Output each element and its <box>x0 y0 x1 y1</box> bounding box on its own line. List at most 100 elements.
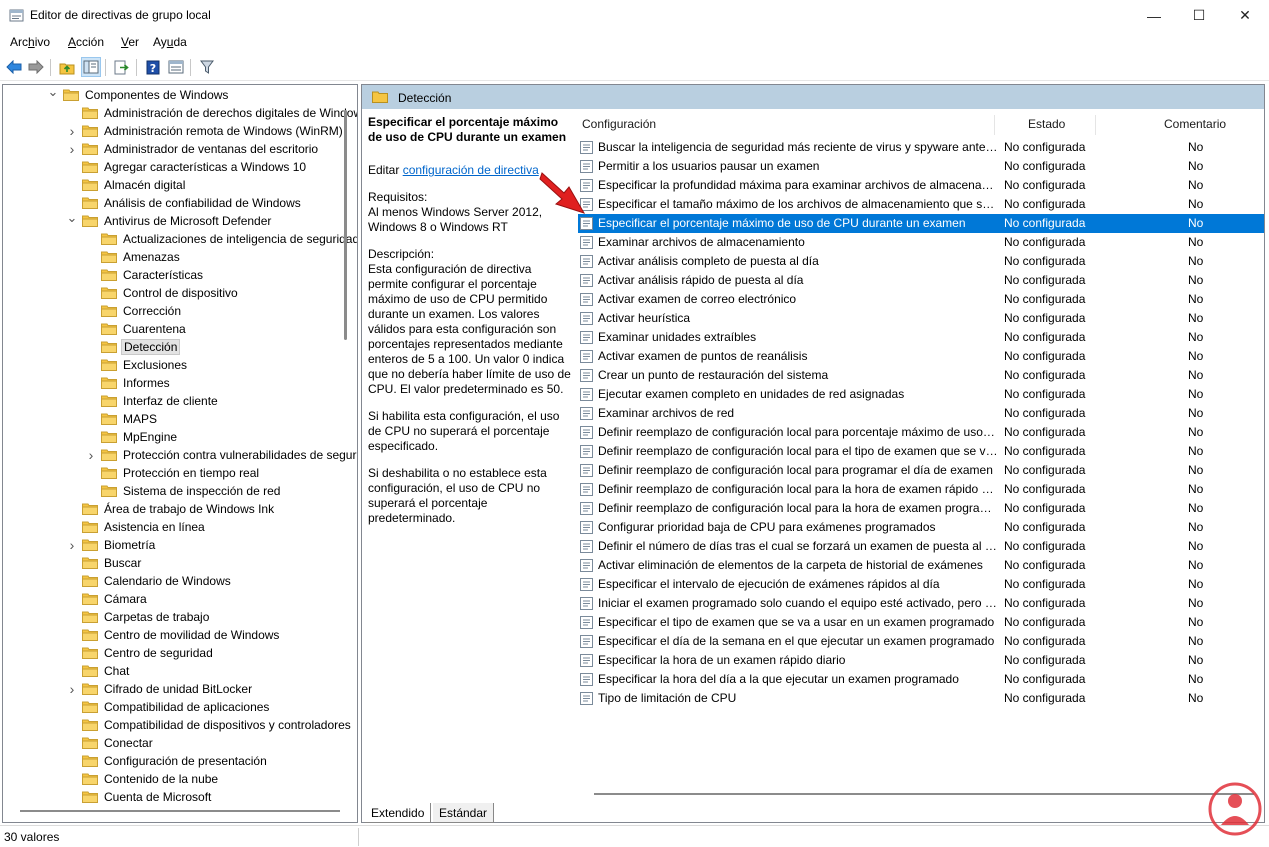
menu-ver[interactable]: Ver <box>121 35 139 49</box>
tree-item[interactable]: Cuarentena <box>85 320 188 338</box>
tree-item[interactable]: › Biometría <box>66 536 157 554</box>
menu-accion[interactable]: Acción <box>68 35 104 49</box>
table-row[interactable]: Definir el número de días tras el cual s… <box>578 537 1264 556</box>
tree-item[interactable]: Conectar <box>66 734 155 752</box>
tree-item[interactable]: Actualizaciones de inteligencia de segur… <box>85 230 357 248</box>
table-row[interactable]: Configurar prioridad baja de CPU para ex… <box>578 518 1264 537</box>
close-button[interactable]: ✕ <box>1222 0 1268 31</box>
chevron-right-icon[interactable]: › <box>66 680 78 698</box>
tree-item[interactable]: Protección en tiempo real <box>85 464 261 482</box>
tree-item[interactable]: Sistema de inspección de red <box>85 482 282 500</box>
tree-item[interactable]: Exclusiones <box>85 356 189 374</box>
tree-item[interactable]: ⌄ Antivirus de Microsoft Defender <box>66 209 273 230</box>
table-row[interactable]: Examinar unidades extraíbles No configura… <box>578 328 1264 347</box>
chevron-down-icon[interactable]: ⌄ <box>66 209 78 227</box>
tree-item[interactable]: Interfaz de cliente <box>85 392 220 410</box>
tree-item[interactable]: Agregar características a Windows 10 <box>66 158 308 176</box>
tree-item[interactable]: Administración de derechos digitales de … <box>66 104 357 122</box>
export-list-button[interactable] <box>112 57 132 77</box>
tree-item[interactable]: Cuenta de Microsoft <box>66 788 213 806</box>
chevron-right-icon[interactable]: › <box>85 446 97 464</box>
tree-item[interactable]: Buscar <box>66 554 143 572</box>
tree-item[interactable]: MAPS <box>85 410 159 428</box>
tree-item[interactable]: Almacén digital <box>66 176 187 194</box>
menu-ayuda[interactable]: Ayuda <box>153 35 187 49</box>
tree-item[interactable]: Cámara <box>66 590 149 608</box>
tree-item[interactable]: MpEngine <box>85 428 179 446</box>
column-header-name[interactable]: Configuración <box>582 117 656 131</box>
table-row[interactable]: Definir reemplazo de configuración local… <box>578 423 1264 442</box>
table-row[interactable]: Buscar la inteligencia de seguridad más … <box>578 138 1264 157</box>
table-row[interactable]: Definir reemplazo de configuración local… <box>578 461 1264 480</box>
tree-item[interactable]: Centro de movilidad de Windows <box>66 626 281 644</box>
tree-item[interactable]: Calendario de Windows <box>66 572 233 590</box>
menu-archivo[interactable]: Archivo <box>10 35 50 49</box>
tree-item[interactable]: Amenazas <box>85 248 182 266</box>
table-row[interactable]: Activar eliminación de elementos de la c… <box>578 556 1264 575</box>
chevron-right-icon[interactable]: › <box>66 122 78 140</box>
tree-item[interactable]: Compatibilidad de aplicaciones <box>66 698 271 716</box>
column-header-comment[interactable]: Comentario <box>1164 117 1226 131</box>
table-row[interactable]: Activar heurística No configurada No <box>578 309 1264 328</box>
table-row[interactable]: Permitir a los usuarios pausar un examen… <box>578 157 1264 176</box>
policy-list[interactable]: Configuración Estado Comentario Buscar l… <box>574 109 1264 799</box>
table-row[interactable]: Crear un punto de restauración del siste… <box>578 366 1264 385</box>
forward-button[interactable] <box>26 57 46 77</box>
tree-item[interactable]: Carpetas de trabajo <box>66 608 211 626</box>
table-row[interactable]: Definir reemplazo de configuración local… <box>578 499 1264 518</box>
tree-item[interactable]: ⌄ Componentes de Windows <box>47 85 230 104</box>
tree-item[interactable]: Características <box>85 266 205 284</box>
up-folder-button[interactable] <box>57 57 77 77</box>
chevron-right-icon[interactable]: › <box>66 536 78 554</box>
tree-item[interactable]: Chat <box>66 662 131 680</box>
tree-item[interactable]: Informes <box>85 374 172 392</box>
tree-item[interactable]: Configuración de presentación <box>66 752 269 770</box>
list-horizontal-scrollbar[interactable] <box>594 793 1254 795</box>
tree-pane[interactable]: ⌄ Componentes de Windows Administración de… <box>2 84 358 823</box>
chevron-down-icon[interactable]: ⌄ <box>47 85 59 101</box>
properties-button[interactable] <box>166 57 186 77</box>
tree-item[interactable]: Área de trabajo de Windows Ink <box>66 500 276 518</box>
table-row[interactable]: Activar análisis completo de puesta al d… <box>578 252 1264 271</box>
table-row[interactable]: Activar análisis rápido de puesta al día… <box>578 271 1264 290</box>
minimize-button[interactable]: — <box>1131 0 1177 31</box>
tree-item[interactable]: › Protección contra vulnerabilidades de s… <box>85 446 357 464</box>
table-row[interactable]: Examinar archivos de red No configurada No <box>578 404 1264 423</box>
table-row[interactable]: Especificar el tipo de examen que se va … <box>578 613 1264 632</box>
tree-item[interactable]: Compatibilidad de dispositivos y control… <box>66 716 353 734</box>
tree-item[interactable]: › Administración remota de Windows (WinRM… <box>66 122 345 140</box>
tree-item[interactable]: Análisis de confiabilidad de Windows <box>66 194 303 212</box>
tree-item[interactable]: › Administrador de ventanas del escritori… <box>66 140 320 158</box>
table-row[interactable]: Especificar el intervalo de ejecución de… <box>578 575 1264 594</box>
table-row[interactable]: Especificar la profundidad máxima para e… <box>578 176 1264 195</box>
tree-item[interactable]: › Cifrado de unidad BitLocker <box>66 680 254 698</box>
table-row[interactable]: Activar examen de correo electrónico No c… <box>578 290 1264 309</box>
tab-extended[interactable]: Extendido <box>365 803 432 823</box>
help-button[interactable]: ? <box>143 57 163 77</box>
back-button[interactable] <box>4 57 24 77</box>
tree-item[interactable]: Detección <box>85 338 181 356</box>
tree-horizontal-scrollbar[interactable] <box>20 810 340 812</box>
maximize-button[interactable]: ☐ <box>1176 0 1222 31</box>
table-row[interactable]: Iniciar el examen programado solo cuando… <box>578 594 1264 613</box>
tree-vertical-scrollbar[interactable] <box>344 110 347 340</box>
table-row[interactable]: Especificar la hora de un examen rápido … <box>578 651 1264 670</box>
table-row[interactable]: Definir reemplazo de configuración local… <box>578 442 1264 461</box>
table-row[interactable]: Tipo de limitación de CPU No configurada N… <box>578 689 1264 708</box>
table-row[interactable]: Especificar el porcentaje máximo de uso … <box>578 214 1264 233</box>
filter-button[interactable] <box>197 57 217 77</box>
table-row[interactable]: Ejecutar examen completo en unidades de … <box>578 385 1264 404</box>
column-header-state[interactable]: Estado <box>1028 117 1065 131</box>
table-row[interactable]: Especificar la hora del día a la que eje… <box>578 670 1264 689</box>
tree-item[interactable]: Contenido de la nube <box>66 770 220 788</box>
edit-policy-link[interactable]: configuración de directiva <box>403 163 539 177</box>
table-row[interactable]: Especificar el día de la semana en el qu… <box>578 632 1264 651</box>
table-row[interactable]: Activar examen de puntos de reanálisis No… <box>578 347 1264 366</box>
tab-standard[interactable]: Estándar <box>433 803 495 823</box>
tree-item[interactable]: Control de dispositivo <box>85 284 240 302</box>
tree-item[interactable]: Asistencia en línea <box>66 518 207 536</box>
chevron-right-icon[interactable]: › <box>66 140 78 158</box>
table-row[interactable]: Definir reemplazo de configuración local… <box>578 480 1264 499</box>
tree-item[interactable]: Centro de seguridad <box>66 644 215 662</box>
table-row[interactable]: Especificar el tamaño máximo de los arch… <box>578 195 1264 214</box>
